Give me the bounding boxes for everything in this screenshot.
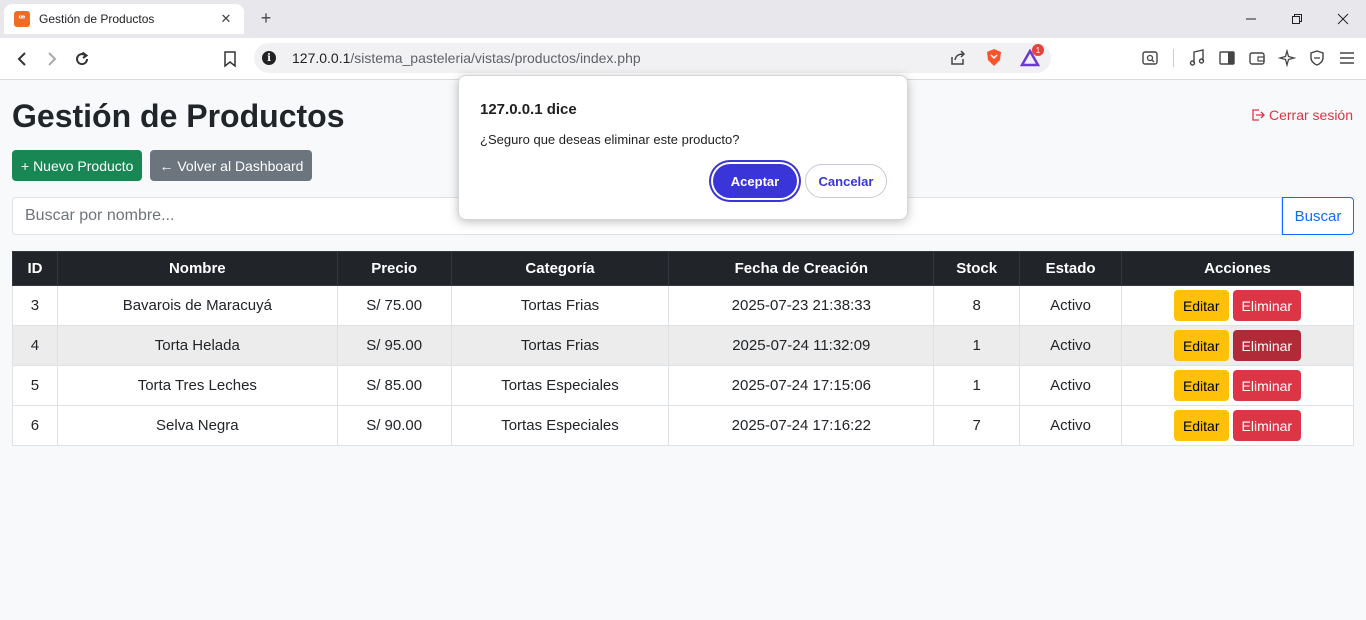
minimize-icon[interactable]: [1228, 0, 1274, 38]
tab-title: Gestión de Productos: [39, 12, 155, 26]
cell-precio: S/ 85.00: [336, 365, 452, 406]
header-estado: Estado: [1019, 251, 1123, 286]
cell-estado: Activo: [1019, 365, 1123, 406]
edit-button[interactable]: Editar: [1173, 370, 1229, 401]
cell-id: 6: [12, 405, 58, 446]
edit-button[interactable]: Editar: [1173, 290, 1229, 321]
cell-categoria: Tortas Frias: [450, 325, 670, 366]
new-tab-icon[interactable]: +: [256, 8, 276, 28]
cell-acciones: Editar Eliminar: [1121, 405, 1354, 446]
header-precio: Precio: [336, 251, 452, 286]
browser-tab[interactable]: ꟹ Gestión de Productos ✕: [4, 4, 244, 34]
brave-shields-icon[interactable]: [983, 47, 1005, 69]
toolbar-right: [1139, 47, 1358, 69]
cell-id: 4: [12, 325, 58, 366]
header-categoria: Categoría: [450, 251, 670, 286]
vpn-shield-icon[interactable]: [1306, 47, 1328, 69]
cell-fecha: 2025-07-24 11:32:09: [668, 325, 935, 366]
cell-categoria: Tortas Especiales: [450, 365, 670, 406]
cell-nombre: Torta Helada: [56, 325, 338, 366]
xampp-favicon-icon: ꟹ: [14, 11, 30, 27]
cell-precio: S/ 75.00: [336, 285, 452, 326]
cell-stock: 8: [933, 285, 1021, 326]
cell-acciones: Editar Eliminar: [1121, 365, 1354, 406]
restore-icon[interactable]: [1274, 0, 1320, 38]
cell-fecha: 2025-07-23 21:38:33: [668, 285, 935, 326]
search-tab-icon[interactable]: [1139, 47, 1161, 69]
cell-acciones: Editar Eliminar: [1121, 285, 1354, 326]
music-icon[interactable]: [1186, 47, 1208, 69]
delete-button[interactable]: Eliminar: [1232, 330, 1302, 361]
leo-ai-icon[interactable]: [1276, 47, 1298, 69]
site-info-icon[interactable]: i: [262, 51, 276, 65]
cell-nombre: Torta Tres Leches: [56, 365, 338, 406]
edit-button[interactable]: Editar: [1173, 330, 1229, 361]
logout-link[interactable]: Cerrar sesión: [1251, 107, 1353, 123]
table-row: 5 Torta Tres Leches S/ 85.00 Tortas Espe…: [12, 365, 1354, 406]
header-acciones: Acciones: [1121, 251, 1354, 286]
wallet-icon[interactable]: [1246, 47, 1268, 69]
toolbar-divider: [1173, 49, 1174, 67]
cell-estado: Activo: [1019, 285, 1123, 326]
dialog-title: 127.0.0.1 dice: [480, 101, 577, 118]
cell-categoria: Tortas Frias: [450, 285, 670, 326]
header-stock: Stock: [933, 251, 1021, 286]
delete-button[interactable]: Eliminar: [1232, 410, 1302, 441]
confirm-dialog: 127.0.0.1 dice ¿Seguro que deseas elimin…: [458, 75, 908, 220]
cell-nombre: Selva Negra: [56, 405, 338, 446]
cell-categoria: Tortas Especiales: [450, 405, 670, 446]
cell-fecha: 2025-07-24 17:16:22: [668, 405, 935, 446]
header-id: ID: [12, 251, 58, 286]
cell-precio: S/ 90.00: [336, 405, 452, 446]
delete-button[interactable]: Eliminar: [1232, 370, 1302, 401]
cell-stock: 1: [933, 325, 1021, 366]
back-icon[interactable]: [10, 47, 34, 71]
url-host: 127.0.0.1: [292, 50, 351, 66]
cell-id: 5: [12, 365, 58, 406]
cell-acciones: Editar Eliminar: [1121, 325, 1354, 366]
back-dashboard-button[interactable]: ← Volver al Dashboard: [150, 150, 313, 181]
new-product-button[interactable]: + Nuevo Producto: [12, 150, 143, 181]
address-bar[interactable]: i 127.0.0.1/sistema_pasteleria/vistas/pr…: [254, 43, 1051, 73]
table-row: 3 Bavarois de Maracuyá S/ 75.00 Tortas F…: [12, 285, 1354, 326]
reload-icon[interactable]: [70, 47, 94, 71]
dialog-message: ¿Seguro que deseas eliminar este product…: [480, 132, 740, 147]
sidebar-icon[interactable]: [1216, 47, 1238, 69]
logout-label: Cerrar sesión: [1268, 107, 1353, 123]
header-nombre: Nombre: [56, 251, 338, 286]
search-button[interactable]: Buscar: [1282, 197, 1354, 235]
logout-icon: [1252, 109, 1265, 121]
forward-icon[interactable]: [40, 47, 64, 71]
browser-toolbar: i 127.0.0.1/sistema_pasteleria/vistas/pr…: [0, 38, 1366, 80]
cell-estado: Activo: [1019, 405, 1123, 446]
edit-button[interactable]: Editar: [1173, 410, 1229, 441]
table-header-row: ID Nombre Precio Categoría Fecha de Crea…: [12, 251, 1354, 286]
dialog-ok-button[interactable]: Aceptar: [713, 164, 797, 198]
brave-rewards-icon[interactable]: 1: [1019, 44, 1044, 69]
delete-button[interactable]: Eliminar: [1232, 290, 1302, 321]
page-title: Gestión de Productos: [12, 98, 345, 134]
close-window-icon[interactable]: [1320, 0, 1366, 38]
rewards-badge: 1: [1032, 44, 1044, 56]
menu-icon[interactable]: [1336, 47, 1358, 69]
url-path: /sistema_pasteleria/vistas/productos/ind…: [350, 50, 641, 66]
cell-precio: S/ 95.00: [336, 325, 452, 366]
bookmark-icon[interactable]: [218, 47, 242, 71]
products-table: ID Nombre Precio Categoría Fecha de Crea…: [12, 251, 1354, 446]
window-controls: [1228, 0, 1366, 38]
cell-estado: Activo: [1019, 325, 1123, 366]
browser-tabbar: ꟹ Gestión de Productos ✕ +: [0, 0, 1366, 38]
cell-nombre: Bavarois de Maracuyá: [56, 285, 338, 326]
cell-id: 3: [12, 285, 58, 326]
table-row: 4 Torta Helada S/ 95.00 Tortas Frias 202…: [12, 325, 1354, 366]
cell-stock: 1: [933, 365, 1021, 406]
cell-stock: 7: [933, 405, 1021, 446]
cell-fecha: 2025-07-24 17:15:06: [668, 365, 935, 406]
page-actions: + Nuevo Producto ← Volver al Dashboard: [12, 150, 313, 181]
table-row: 6 Selva Negra S/ 90.00 Tortas Especiales…: [12, 405, 1354, 446]
tab-close-icon[interactable]: ✕: [218, 11, 234, 27]
share-icon[interactable]: [947, 47, 969, 69]
header-fecha: Fecha de Creación: [668, 251, 935, 286]
dialog-cancel-button[interactable]: Cancelar: [805, 164, 887, 198]
